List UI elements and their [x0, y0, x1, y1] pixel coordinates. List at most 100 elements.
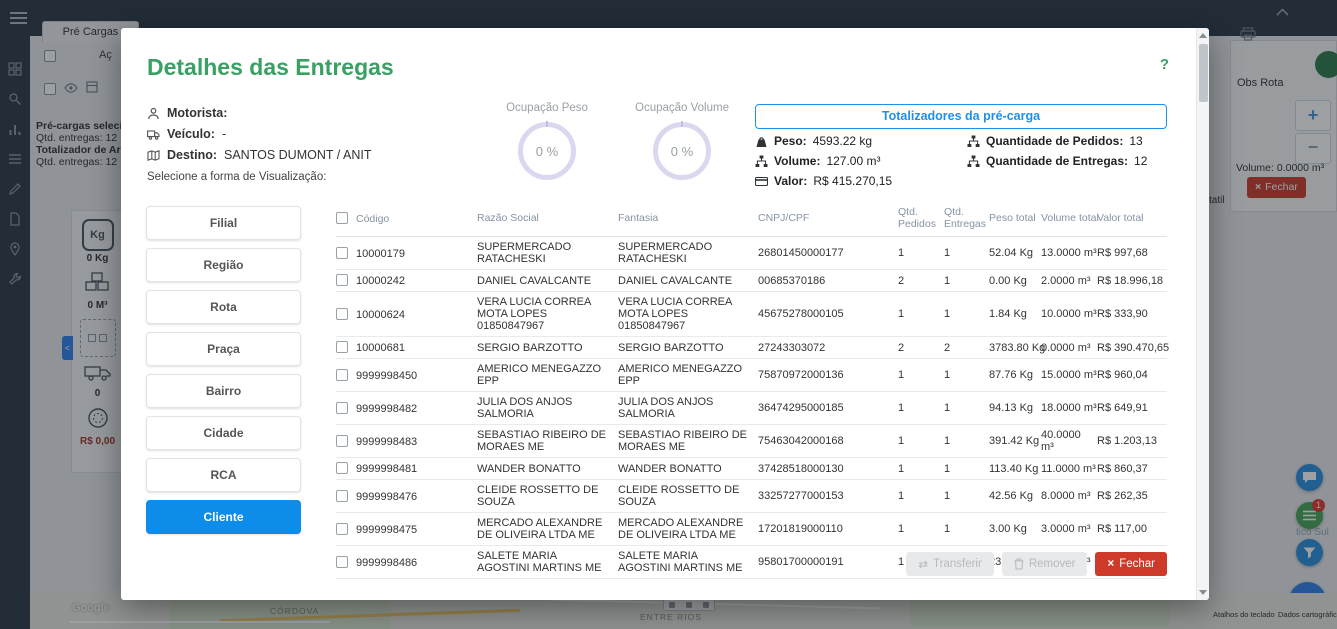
cell-razao-social: SERGIO BARZOTTO [477, 337, 618, 359]
destino-row: Destino: SANTOS DUMONT / ANIT [147, 148, 371, 162]
hierarchy-icon [755, 155, 768, 168]
view-mode-button[interactable]: RCA [146, 458, 301, 492]
motorista-row: Motorista: [147, 106, 371, 120]
detalhes-das-entregas-modal: Detalhes das Entregas ? Motorista: Veícu… [121, 28, 1209, 600]
header-cnpj-cpf: CNPJ/CPF [758, 202, 898, 237]
cell-razao-social: SALETE MARIA AGOSTINI MARTINS ME [477, 546, 618, 579]
cell-razao-social: CLEIDE ROSSETTO DE SOUZA [477, 480, 618, 513]
gauge-label: Ocupação Peso [497, 102, 597, 114]
cell-peso-total: 87.76 Kg [989, 359, 1041, 392]
cell-valor-total: R$ 960,04 [1097, 359, 1167, 392]
row-checkbox[interactable] [336, 247, 348, 259]
cell-codigo: 10000681 [336, 337, 477, 359]
delivery-info-block: Motorista: Veículo: - Destino: SANTOS DU… [147, 106, 371, 183]
header-razao-social: Razão Social [477, 202, 618, 237]
header-peso-total: Peso total [989, 202, 1041, 237]
view-mode-button[interactable]: Cliente [146, 500, 301, 534]
cell-cnpj-cpf: 75463042000168 [758, 425, 898, 458]
header-codigo: Código [336, 202, 477, 237]
destino-value: SANTOS DUMONT / ANIT [224, 148, 371, 162]
cell-qtd-pedidos: 2 [898, 337, 944, 359]
cell-volume-total: 0.0000 m³ [1041, 337, 1097, 359]
cell-razao-social: SUPERMERCADO RATACHESKI [477, 237, 618, 270]
cell-cnpj-cpf: 75870972000136 [758, 359, 898, 392]
cell-fantasia: VERA LUCIA CORREA MOTA LOPES 01850847967 [618, 292, 758, 337]
remover-button[interactable]: Remover [1002, 552, 1088, 576]
view-mode-button[interactable]: Região [146, 248, 301, 282]
view-mode-button[interactable]: Cidade [146, 416, 301, 450]
volume-value: 127.00 m³ [826, 154, 880, 168]
peso-label: Peso: [774, 134, 807, 148]
qtd-pedidos-value: 13 [1129, 134, 1142, 148]
help-icon[interactable]: ? [1160, 56, 1169, 73]
cell-fantasia: MERCADO ALEXANDRE DE OLIVEIRA LTDA ME [618, 513, 758, 546]
cell-qtd-pedidos: 1 [898, 292, 944, 337]
cell-cnpj-cpf: 00685370186 [758, 270, 898, 292]
cell-cnpj-cpf: 33257277000153 [758, 480, 898, 513]
row-checkbox[interactable] [336, 402, 348, 414]
row-checkbox[interactable] [336, 490, 348, 502]
cell-razao-social: WANDER BONATTO [477, 458, 618, 480]
screen: Pré Cargas Aç Pré-cargas selecio Qtd. en… [0, 0, 1337, 629]
row-checkbox[interactable] [336, 274, 348, 286]
row-checkbox[interactable] [336, 462, 348, 474]
cell-codigo: 10000624 [336, 292, 477, 337]
cell-fantasia: SERGIO BARZOTTO [618, 337, 758, 359]
peso-value: 4593.22 kg [813, 134, 872, 148]
row-checkbox[interactable] [336, 435, 348, 447]
cell-fantasia: CLEIDE ROSSETTO DE SOUZA [618, 480, 758, 513]
table-row: 10000624 VERA LUCIA CORREA MOTA LOPES 01… [336, 292, 1167, 337]
cell-codigo: 9999998475 [336, 513, 477, 546]
cell-peso-total: 113.40 Kg [989, 458, 1041, 480]
table-header-row: Código Razão Social Fantasia CNPJ/CPF Qt… [336, 202, 1167, 237]
cell-fantasia: SALETE MARIA AGOSTINI MARTINS ME [618, 546, 758, 579]
transferir-button[interactable]: ⇄ Transferir [906, 552, 993, 576]
cell-peso-total: 94.13 Kg [989, 392, 1041, 425]
scrollbar-down-arrow[interactable] [1199, 590, 1207, 595]
view-mode-button[interactable]: Filial [146, 206, 301, 240]
cell-peso-total: 391.42 Kg [989, 425, 1041, 458]
cell-valor-total: R$ 860,37 [1097, 458, 1167, 480]
view-mode-button[interactable]: Bairro [146, 374, 301, 408]
cell-volume-total: 10.0000 m³ [1041, 292, 1097, 337]
table-row: 9999998481 WANDER BONATTO WANDER BONATTO… [336, 458, 1167, 480]
cell-volume-total: 18.0000 m³ [1041, 392, 1097, 425]
row-checkbox[interactable] [336, 369, 348, 381]
cell-peso-total: 3.00 Kg [989, 513, 1041, 546]
cell-qtd-entregas: 1 [944, 480, 989, 513]
gauge-label: Ocupação Volume [632, 102, 732, 114]
qtd-pedidos-row: Quantidade de Pedidos: 13 [967, 134, 1147, 148]
cell-razao-social: VERA LUCIA CORREA MOTA LOPES 01850847967 [477, 292, 618, 337]
cell-peso-total: 1.84 Kg [989, 292, 1041, 337]
hierarchy-icon [967, 155, 980, 168]
scrollbar-thumb[interactable] [1199, 44, 1208, 102]
totalizer-stats-left: Peso: 4593.22 kg Volume: 127.00 m³ Valor… [755, 134, 892, 194]
row-checkbox[interactable] [336, 556, 348, 568]
row-checkbox[interactable] [336, 308, 348, 320]
person-icon [147, 107, 160, 120]
fechar-button[interactable]: × Fechar [1095, 552, 1167, 576]
gauge-ring: 0 % [518, 122, 576, 180]
cell-volume-total: 13.0000 m³ [1041, 237, 1097, 270]
transfer-arrows-icon: ⇄ [918, 557, 928, 571]
row-checkbox[interactable] [336, 523, 348, 535]
totalizadores-header-button[interactable]: Totalizadores da pré-carga [755, 104, 1167, 129]
view-mode-button[interactable]: Praça [146, 332, 301, 366]
modal-scrollbar[interactable] [1196, 28, 1209, 600]
close-icon: × [1107, 558, 1114, 570]
destino-label: Destino: [167, 148, 217, 162]
cell-qtd-pedidos: 1 [898, 513, 944, 546]
cell-volume-total: 15.0000 m³ [1041, 359, 1097, 392]
select-all-checkbox[interactable] [336, 212, 348, 224]
gauge-ocupacao-volume: Ocupação Volume 0 % [632, 102, 732, 180]
cell-fantasia: SEBASTIAO RIBEIRO DE MORAES ME [618, 425, 758, 458]
cell-qtd-entregas: 1 [944, 359, 989, 392]
scrollbar-up-arrow[interactable] [1199, 33, 1207, 38]
row-checkbox[interactable] [336, 341, 348, 353]
table-row: 9999998475 MERCADO ALEXANDRE DE OLIVEIRA… [336, 513, 1167, 546]
cell-cnpj-cpf: 17201819000110 [758, 513, 898, 546]
view-mode-button[interactable]: Rota [146, 290, 301, 324]
cell-qtd-entregas: 1 [944, 425, 989, 458]
veiculo-label: Veículo: [167, 127, 215, 141]
header-valor-total: Valor total [1097, 202, 1167, 237]
